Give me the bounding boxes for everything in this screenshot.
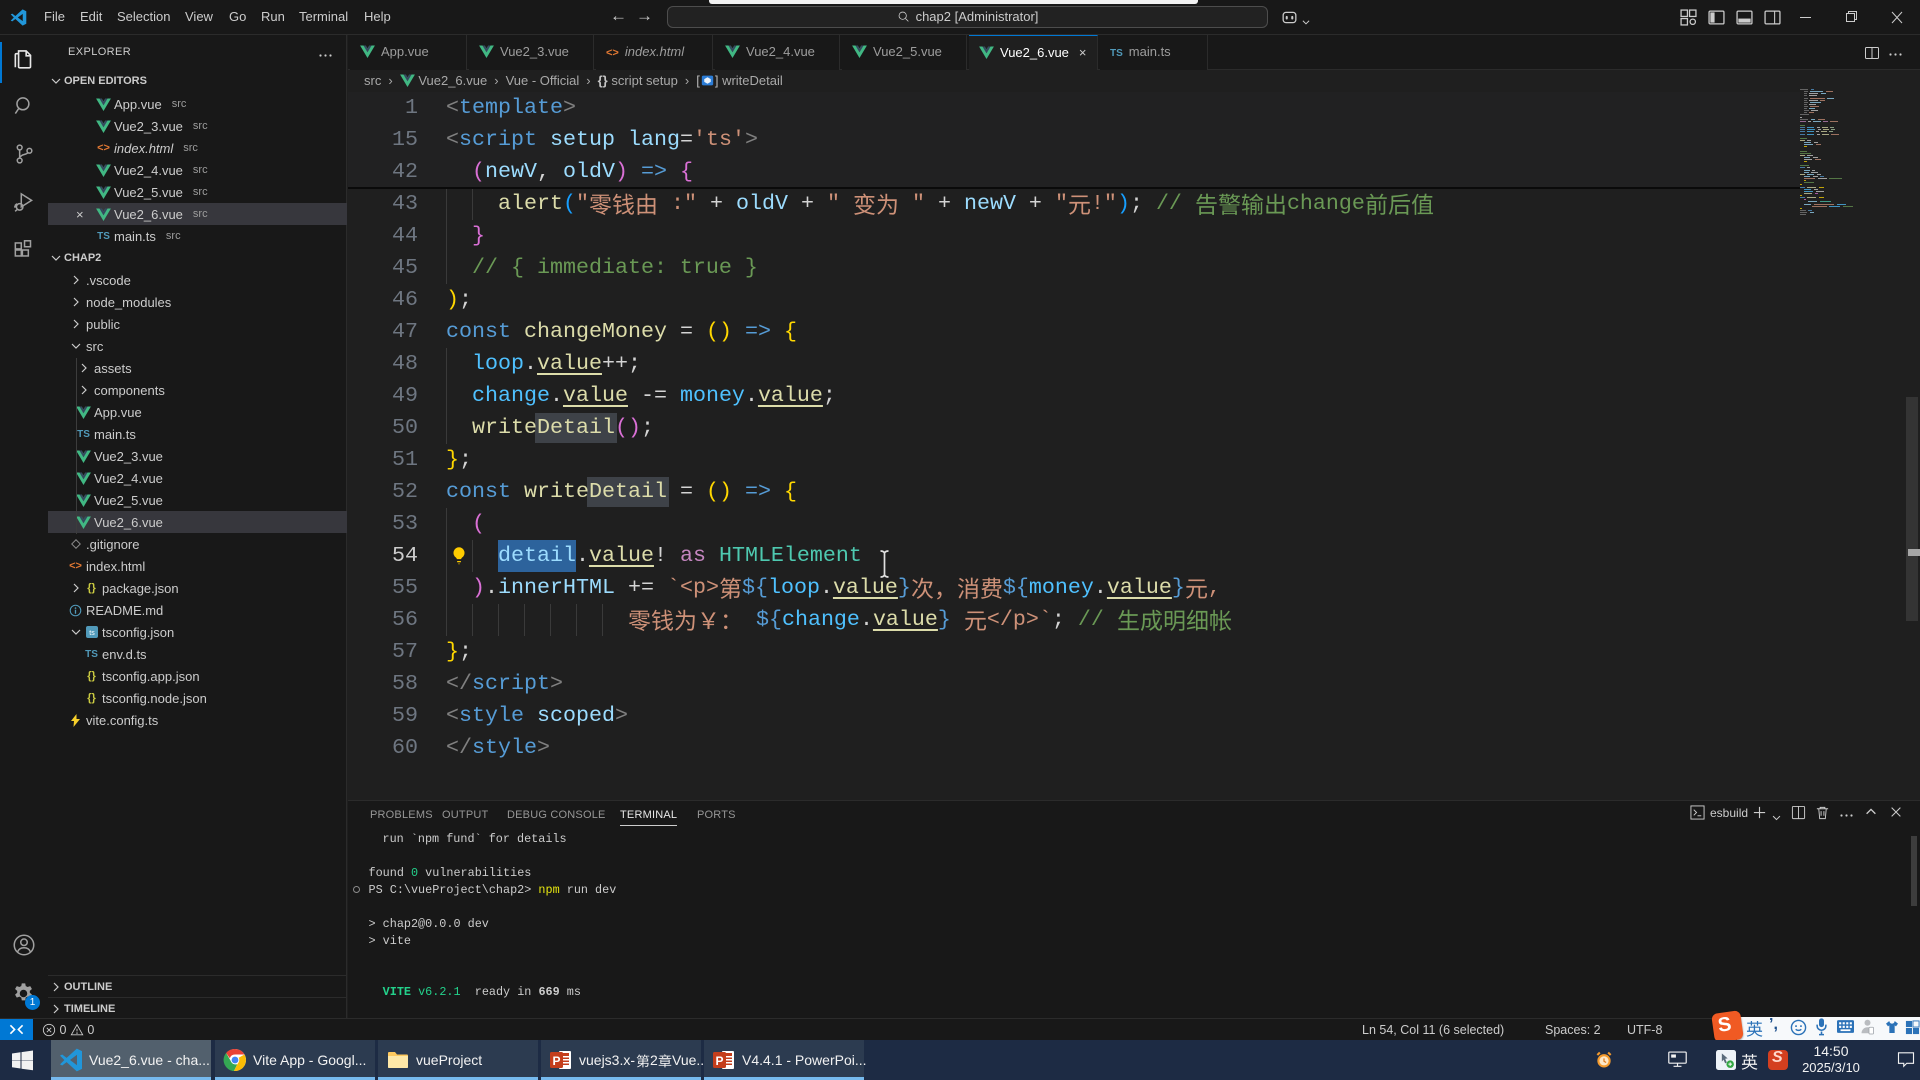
svg-text:ts: ts [89,630,95,637]
svg-text:P: P [715,1054,723,1068]
svg-text:P: P [552,1054,560,1068]
